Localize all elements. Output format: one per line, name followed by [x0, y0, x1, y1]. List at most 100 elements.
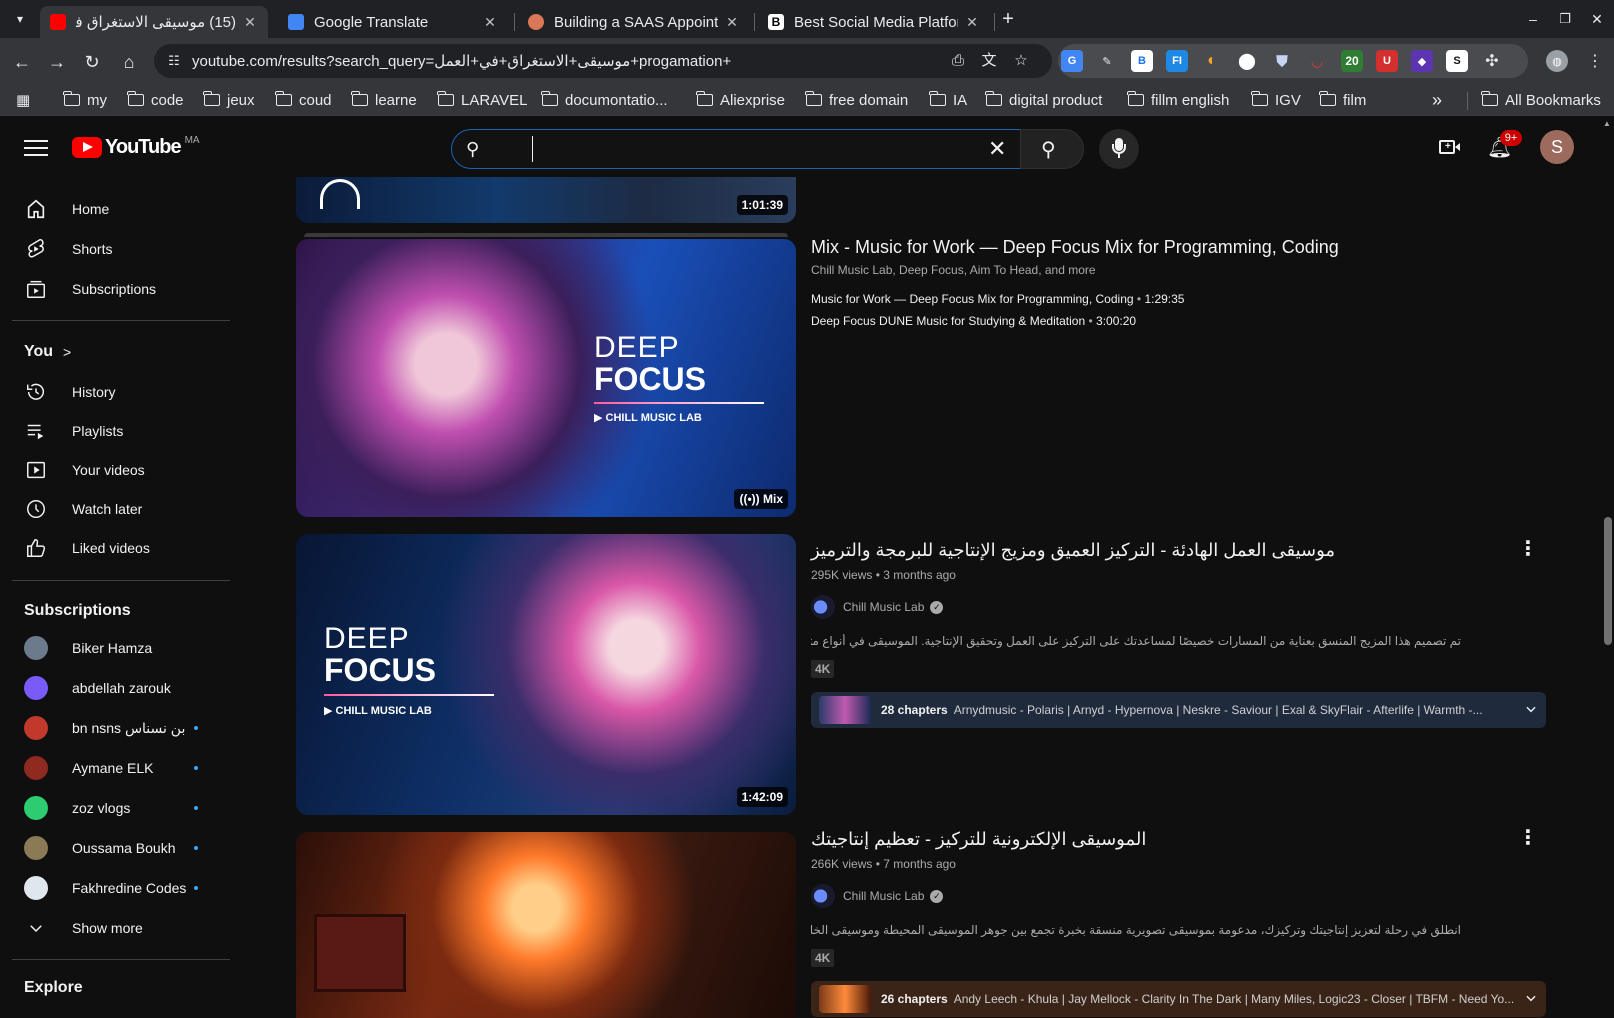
more-actions-icon[interactable]: ⋮ — [1516, 826, 1540, 850]
subscription-biker-hamza[interactable]: Biker Hamza — [12, 628, 228, 668]
address-bar[interactable]: ☷ youtube.com/results?search_query=موسيق… — [154, 44, 1052, 78]
channel-link[interactable]: Chill Music Lab ✓ — [811, 595, 944, 619]
color-picker-extension-icon[interactable]: ✎ — [1096, 50, 1118, 72]
mix-item[interactable]: Deep Focus DUNE Music for Studying & Med… — [811, 314, 1136, 328]
sidebar-item-playlists[interactable]: Playlists — [12, 411, 228, 451]
mix-title[interactable]: Mix - Music for Work — Deep Focus Mix fo… — [811, 237, 1339, 258]
back-icon[interactable]: ← — [10, 50, 34, 74]
moon-extension-icon[interactable]: ◐ — [1201, 50, 1223, 72]
close-tab-icon[interactable]: ✕ — [724, 14, 740, 31]
home-icon[interactable]: ⌂ — [117, 50, 141, 74]
video-title[interactable]: موسيقى العمل الهادئة - التركيز العميق وم… — [811, 540, 1335, 561]
sidebar-item-home[interactable]: Home — [12, 189, 228, 229]
bookmark-documontation[interactable]: documontatio... — [541, 90, 668, 110]
mix-thumbnail[interactable]: DEEP FOCUS ▶ CHILL MUSIC LAB ((•)) Mix — [296, 239, 796, 517]
sidebar-item-subscriptions[interactable]: Subscriptions — [12, 269, 228, 309]
youtube-logo[interactable]: YouTube MA — [72, 135, 200, 159]
smile-extension-icon[interactable]: ◡ — [1306, 50, 1328, 72]
bookmark-learne[interactable]: learne — [351, 90, 417, 110]
translate-page-icon[interactable]: 文 — [980, 52, 998, 70]
tab-saas[interactable]: Building a SAAS Appoint ✕ — [518, 6, 750, 38]
tab-search-button[interactable]: ▾ — [8, 7, 32, 31]
search-box[interactable]: ⚲ ✕ — [451, 129, 1021, 169]
tab-social-media[interactable]: B Best Social Media Platfor ✕ — [758, 6, 990, 38]
bookmark-aliexprise[interactable]: Aliexprise — [696, 90, 785, 110]
bookmark-ia[interactable]: IA — [929, 90, 967, 110]
close-tab-icon[interactable]: ✕ — [242, 14, 258, 31]
clear-search-icon[interactable]: ✕ — [988, 136, 1006, 162]
s-extension-icon[interactable]: S — [1446, 50, 1468, 72]
tab-google-translate[interactable]: Google Translate ✕ — [278, 6, 508, 38]
account-avatar[interactable]: S — [1540, 130, 1574, 164]
show-more-button[interactable]: Show more — [12, 908, 228, 948]
chapters-bar[interactable]: 26 chapters Andy Leech - Khula | Jay Mel… — [811, 981, 1546, 1017]
close-tab-icon[interactable]: ✕ — [964, 14, 980, 31]
chevron-down-icon[interactable] — [1516, 991, 1546, 1008]
shield-extension-icon[interactable]: ⛊ — [1271, 50, 1293, 72]
page-scrollbar[interactable]: ▲ — [1600, 117, 1614, 1018]
scroll-up-arrow-icon[interactable]: ▲ — [1603, 119, 1611, 128]
video-thumbnail[interactable] — [296, 832, 796, 1018]
bookmark-jeux[interactable]: jeux — [203, 90, 255, 110]
bookmark-code[interactable]: code — [127, 90, 184, 110]
profile-avatar-icon[interactable]: ◍ — [1546, 50, 1568, 72]
video-thumbnail-partial[interactable]: 1:01:39 — [296, 177, 796, 223]
sidebar-you-link[interactable]: You > — [12, 332, 228, 372]
search-input[interactable] — [532, 136, 972, 162]
close-window-icon[interactable]: ✕ — [1585, 7, 1609, 31]
subscription-oussama-boukh[interactable]: Oussama Boukh — [12, 828, 228, 868]
sidebar-item-your-videos[interactable]: Your videos — [12, 450, 228, 490]
voice-search-button[interactable] — [1099, 129, 1139, 169]
more-actions-icon[interactable]: ⋮ — [1516, 537, 1540, 561]
browser-menu-icon[interactable]: ⋮ — [1583, 50, 1607, 74]
bookmark-my[interactable]: my — [63, 90, 107, 110]
bookmark-digital-product[interactable]: digital product — [985, 90, 1102, 110]
video-thumbnail[interactable]: DEEP FOCUS ▶ CHILL MUSIC LAB 1:42:09 — [296, 534, 796, 815]
chevron-down-icon[interactable] — [1516, 702, 1546, 719]
install-app-icon[interactable]: ⎙ — [949, 52, 967, 70]
apps-grid-icon[interactable]: ▦ — [16, 90, 30, 110]
translate-extension-icon[interactable]: G — [1061, 50, 1083, 72]
forward-icon[interactable]: → — [45, 50, 69, 74]
sidebar-item-shorts[interactable]: Shorts — [12, 229, 228, 269]
tab-youtube[interactable]: (15) موسيقى الاستغراق في ✕ — [40, 6, 268, 38]
bookmark-free-domain[interactable]: free domain — [805, 90, 908, 110]
ublock-extension-icon[interactable]: U — [1376, 50, 1398, 72]
bookmark-coud[interactable]: coud — [275, 90, 332, 110]
location-extension-icon[interactable]: ⬤ — [1236, 50, 1258, 72]
sidebar-item-liked-videos[interactable]: Liked videos — [12, 528, 228, 568]
scrollbar-thumb[interactable] — [1604, 517, 1612, 645]
video-title[interactable]: الموسيقى الإلكترونية للتركيز - تعظيم إنت… — [811, 829, 1146, 850]
b-extension-icon[interactable]: B — [1131, 50, 1153, 72]
subscription-aymane-elk[interactable]: Aymane ELK — [12, 748, 228, 788]
hamburger-menu-icon[interactable] — [24, 137, 48, 157]
subscription-abdellah-zarouk[interactable]: abdellah zarouk — [12, 668, 228, 708]
bookmark-fillm-english[interactable]: fillm english — [1127, 90, 1229, 110]
mix-item[interactable]: Music for Work — Deep Focus Mix for Prog… — [811, 292, 1184, 306]
restore-window-icon[interactable]: ❐ — [1553, 7, 1577, 31]
subscription-bn-nsns[interactable]: bn nsns بن نسناس — [12, 708, 228, 748]
bookmark-igv[interactable]: IGV — [1251, 90, 1301, 110]
layers-extension-icon[interactable]: ◆ — [1411, 50, 1433, 72]
search-button[interactable]: ⚲ — [1020, 129, 1084, 169]
sidebar-item-watch-later[interactable]: Watch later — [12, 489, 228, 529]
close-tab-icon[interactable]: ✕ — [482, 14, 498, 31]
bookmark-laravel[interactable]: LARAVEL — [437, 90, 527, 110]
counter-extension-icon[interactable]: 20 — [1341, 50, 1363, 72]
reload-icon[interactable]: ↻ — [80, 50, 104, 74]
fi-extension-icon[interactable]: FI — [1166, 50, 1188, 72]
subscription-fakhredine-codes[interactable]: Fakhredine Codes — [12, 868, 228, 908]
extensions-puzzle-icon[interactable]: ✣ — [1481, 50, 1503, 72]
new-tab-button[interactable]: + — [996, 7, 1020, 31]
all-bookmarks[interactable]: All Bookmarks — [1481, 90, 1601, 110]
bookmark-film[interactable]: film — [1319, 90, 1366, 110]
more-bookmarks-button[interactable]: » — [1432, 90, 1442, 110]
sidebar-item-history[interactable]: History — [12, 372, 228, 412]
bookmark-star-icon[interactable]: ☆ — [1012, 52, 1030, 70]
chapters-bar[interactable]: 28 chapters Arnydmusic - Polaris | Arnyd… — [811, 692, 1546, 728]
create-video-icon[interactable]: + — [1437, 135, 1461, 159]
minimize-window-icon[interactable]: – — [1521, 7, 1545, 31]
site-info-icon[interactable]: ☷ — [165, 52, 183, 70]
subscription-zoz-vlogs[interactable]: zoz vlogs — [12, 788, 228, 828]
channel-link[interactable]: Chill Music Lab ✓ — [811, 884, 944, 908]
